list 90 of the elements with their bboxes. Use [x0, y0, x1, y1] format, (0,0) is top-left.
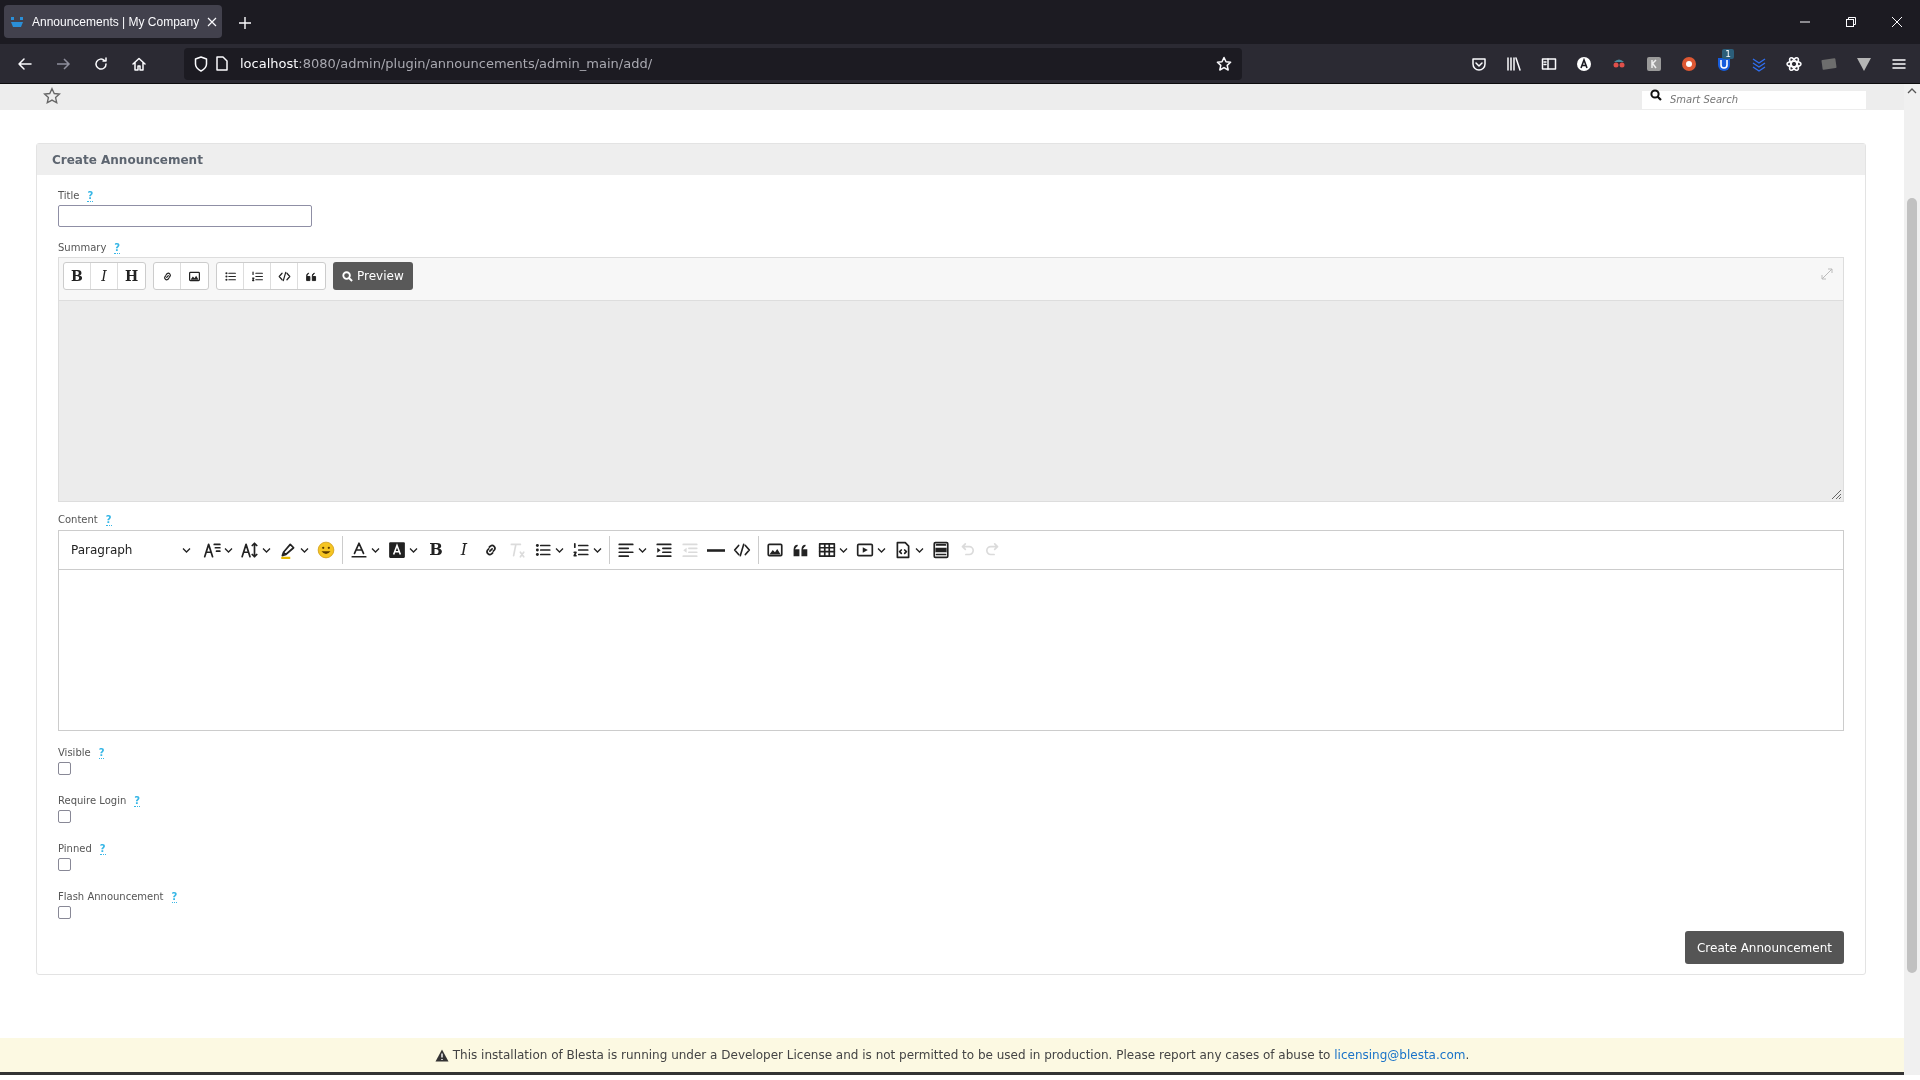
field-label: Summary — [58, 241, 107, 255]
caret-icon — [371, 546, 380, 554]
search-icon — [342, 270, 353, 282]
italic-button[interactable]: I — [450, 535, 478, 565]
text-color-icon — [350, 541, 368, 559]
extension-badge: 1 — [1722, 48, 1734, 59]
highlighter-icon — [279, 541, 297, 559]
reload-icon[interactable] — [93, 55, 109, 72]
caret-icon — [224, 546, 233, 554]
preview-button[interactable]: Preview — [333, 262, 413, 290]
v-icon[interactable] — [1856, 55, 1872, 72]
field-label: Flash Announcement — [58, 890, 164, 904]
create-announcement-button[interactable]: Create Announcement — [1684, 931, 1844, 964]
numbered-list-icon — [572, 541, 590, 559]
caret-icon — [300, 546, 309, 554]
search-field[interactable]: Smart Search — [1642, 90, 1866, 109]
caret-icon — [593, 546, 602, 554]
image-icon — [766, 541, 784, 559]
resize-handle-icon[interactable] — [1831, 489, 1841, 499]
tab-title: Announcements | My Company — [32, 13, 200, 31]
shield-badge-icon[interactable] — [1716, 55, 1732, 72]
chevrons-icon[interactable] — [1751, 55, 1767, 72]
clear-formatting-icon — [508, 541, 526, 559]
page-icon — [216, 56, 228, 71]
back-icon[interactable] — [17, 55, 33, 72]
bulleted-list-icon — [223, 269, 237, 283]
caret-icon — [638, 546, 647, 554]
sidebar-icon[interactable] — [1541, 55, 1557, 72]
close-icon[interactable] — [1892, 17, 1902, 27]
code-icon — [733, 541, 751, 559]
font-size-icon — [203, 541, 221, 559]
search-icon — [1650, 89, 1662, 101]
field-label: Content — [58, 513, 98, 527]
caret-icon — [555, 546, 564, 554]
bold-button[interactable]: B — [422, 535, 450, 565]
checkbox[interactable] — [58, 858, 71, 871]
caret-icon — [839, 546, 848, 554]
line-height-icon — [241, 541, 259, 559]
close-icon[interactable] — [207, 16, 218, 27]
atom-icon[interactable] — [1786, 55, 1802, 72]
caret-icon — [877, 546, 886, 554]
html-source-icon — [932, 541, 950, 559]
shield-icon — [194, 55, 208, 72]
media-icon — [856, 541, 874, 559]
field-label: Require Login — [58, 794, 127, 808]
home-icon[interactable] — [131, 55, 147, 72]
caret-icon — [262, 546, 271, 554]
caret-icon — [182, 546, 191, 554]
bulleted-list-icon — [534, 541, 552, 559]
forward-icon[interactable] — [55, 55, 71, 72]
align-left-icon — [617, 541, 635, 559]
square-icon[interactable] — [1646, 55, 1662, 72]
star-icon[interactable] — [43, 87, 61, 105]
license-notice: This installation of Blesta is running under a Developer License and is not permitted to be used in production. Please report any cases of abuse to licensing@blesta.com. — [452, 1047, 1470, 1064]
indent-icon — [655, 541, 673, 559]
template-icon — [894, 541, 912, 559]
code-icon — [277, 269, 291, 283]
browser-tab[interactable]: Announcements | My Company — [4, 5, 222, 38]
scrollbar[interactable] — [1904, 84, 1920, 1075]
field-label: Pinned — [58, 842, 92, 856]
checkbox[interactable] — [58, 762, 71, 775]
warning-icon — [434, 1048, 449, 1062]
caret-icon — [915, 546, 924, 554]
image-icon — [188, 269, 201, 283]
field-label: Title — [58, 189, 80, 203]
restore-icon[interactable] — [1846, 17, 1856, 27]
address-bar[interactable]: localhost:8080/admin/plugin/announcements/admin_main/add/ — [184, 47, 1242, 80]
card-title: Create Announcement — [37, 144, 1865, 175]
checkbox[interactable] — [58, 906, 71, 919]
block-format-dropdown[interactable]: Paragraph — [63, 534, 199, 566]
heading-button[interactable]: H — [118, 263, 145, 289]
pocket-icon[interactable] — [1471, 55, 1487, 72]
library-icon[interactable] — [1506, 55, 1522, 72]
circle-icon[interactable] — [1576, 55, 1592, 72]
table-icon — [818, 541, 836, 559]
favicon-icon — [10, 15, 24, 28]
numbered-list-icon — [250, 269, 264, 283]
bold-button[interactable]: B — [64, 263, 91, 289]
url-text: localhost:8080/admin/plugin/announcements/admin_main/add/ — [240, 54, 654, 73]
outdent-icon — [681, 541, 699, 559]
title-input[interactable] — [58, 205, 312, 227]
italic-button[interactable]: I — [91, 263, 118, 289]
emoji-icon — [317, 541, 335, 559]
field-label: Visible — [58, 746, 91, 760]
ticket-icon[interactable] — [1821, 55, 1837, 72]
caret-icon — [409, 546, 418, 554]
background-color-icon — [388, 541, 406, 559]
horizontal-line-icon — [707, 548, 725, 552]
plus-icon — [239, 17, 251, 29]
checkbox[interactable] — [58, 810, 71, 823]
